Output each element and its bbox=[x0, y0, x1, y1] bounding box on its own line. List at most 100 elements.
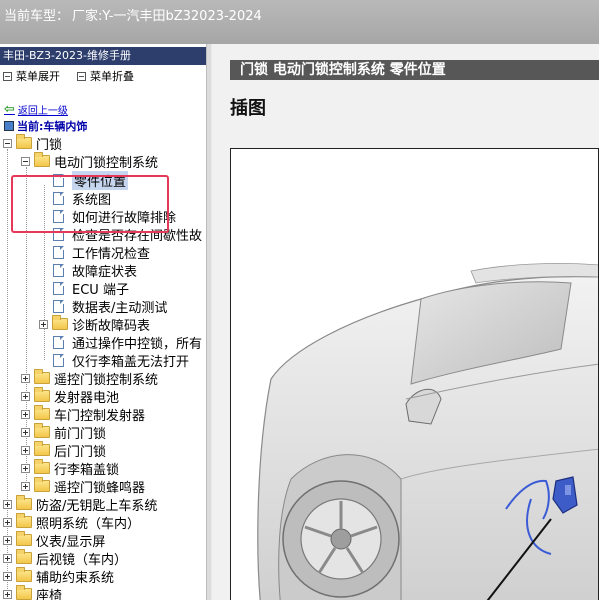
tree-node-label: 门锁 bbox=[36, 137, 63, 153]
folder-icon bbox=[34, 441, 50, 456]
expand-toggle-icon[interactable] bbox=[3, 517, 12, 527]
tree-node-label: 前门门锁 bbox=[54, 426, 107, 442]
document-icon bbox=[53, 299, 64, 313]
expand-icon bbox=[3, 71, 12, 81]
folder-icon bbox=[34, 459, 50, 474]
tree-item-label: 工作情况检查 bbox=[72, 246, 151, 262]
folder-icon bbox=[34, 405, 50, 420]
expand-toggle-icon[interactable] bbox=[3, 589, 12, 599]
tree-node-label: 仪表/显示屏 bbox=[36, 534, 106, 550]
expand-toggle-icon[interactable] bbox=[3, 499, 12, 509]
folder-icon bbox=[16, 585, 32, 600]
highlight-annotation bbox=[11, 175, 169, 233]
expand-menu-label: 菜单展开 bbox=[16, 70, 60, 83]
tree-item[interactable]: ECU 端子 bbox=[40, 279, 129, 298]
vehicle-model-bar: 当前车型： 厂家:Y-一汽丰田bZ32023-2024 bbox=[0, 0, 599, 44]
tree-node-folder[interactable]: 照明系统（车内） bbox=[3, 513, 141, 532]
tree-item[interactable]: 工作情况检查 bbox=[40, 243, 151, 262]
tree-node-door-lock[interactable]: 门锁 bbox=[3, 134, 63, 153]
tree-item[interactable]: 通过操作中控锁，所有 bbox=[40, 333, 202, 352]
expand-toggle-icon[interactable] bbox=[21, 427, 30, 437]
expand-toggle-icon[interactable] bbox=[21, 373, 30, 383]
document-icon bbox=[53, 281, 64, 295]
tree-node-dtc-table[interactable]: 诊断故障码表 bbox=[39, 315, 151, 334]
folder-icon bbox=[16, 549, 32, 564]
tree-node-folder[interactable]: 防盗/无钥匙上车系统 bbox=[3, 495, 158, 514]
expand-toggle-icon[interactable] bbox=[3, 535, 12, 545]
expand-toggle-icon[interactable] bbox=[21, 409, 30, 419]
vehicle-model-value: 厂家:Y-一汽丰田bZ32023-2024 bbox=[72, 9, 262, 24]
expand-toggle-icon[interactable] bbox=[21, 445, 30, 455]
tree-item-label: 仅行李箱盖无法打开 bbox=[72, 354, 190, 370]
tree-item[interactable]: 数据表/主动测试 bbox=[40, 297, 168, 316]
collapse-toggle-icon[interactable] bbox=[3, 138, 12, 148]
document-icon bbox=[53, 353, 64, 367]
tree-node-folder[interactable]: 辅助约束系统 bbox=[3, 567, 115, 586]
expand-toggle-icon[interactable] bbox=[21, 391, 30, 401]
tree-node-power-door-lock[interactable]: 电动门锁控制系统 bbox=[21, 152, 159, 171]
tree-item[interactable]: 故障症状表 bbox=[40, 261, 138, 280]
tree-node-label: 辅助约束系统 bbox=[36, 570, 115, 586]
collapse-menu-label: 菜单折叠 bbox=[90, 70, 134, 83]
tree-node-label: 遥控门锁控制系统 bbox=[54, 372, 159, 388]
vehicle-model-label: 当前车型： bbox=[4, 9, 70, 24]
tree-node-folder[interactable]: 遥控门锁控制系统 bbox=[21, 369, 159, 388]
tree-node-label: 遥控门锁蜂鸣器 bbox=[54, 480, 146, 496]
tree-node-folder[interactable]: 车门控制发射器 bbox=[21, 405, 146, 424]
folder-open-icon bbox=[16, 134, 32, 149]
sidebar: 丰田-BZ3-2023-维修手册 菜单展开 菜单折叠 ⇦ 返回上一级 当前:车辆… bbox=[0, 44, 206, 600]
expand-menu-button[interactable]: 菜单展开 bbox=[3, 68, 60, 84]
back-arrow-icon: ⇦ bbox=[4, 102, 15, 117]
expand-toggle-icon[interactable] bbox=[21, 481, 30, 491]
folder-icon bbox=[16, 567, 32, 582]
document-icon bbox=[53, 263, 64, 277]
tree-item-label: ECU 端子 bbox=[72, 282, 129, 298]
collapse-toggle-icon[interactable] bbox=[21, 156, 30, 166]
tree-node-label: 车门控制发射器 bbox=[54, 408, 146, 424]
collapse-menu-button[interactable]: 菜单折叠 bbox=[77, 68, 134, 84]
tree-node-label: 行李箱盖锁 bbox=[54, 462, 120, 478]
expand-toggle-icon[interactable] bbox=[3, 571, 12, 581]
folder-icon bbox=[34, 423, 50, 438]
document-icon bbox=[53, 245, 64, 259]
tree-node-label: 后门门锁 bbox=[54, 444, 107, 460]
current-location: 当前:车辆内饰 bbox=[4, 118, 87, 134]
document-icon bbox=[53, 335, 64, 349]
computer-icon bbox=[4, 121, 14, 131]
manual-title: 丰田-BZ3-2023-维修手册 bbox=[0, 47, 206, 65]
tree-node-folder[interactable]: 行李箱盖锁 bbox=[21, 459, 120, 478]
tree-item[interactable]: 仅行李箱盖无法打开 bbox=[40, 351, 190, 370]
tree-node-folder[interactable]: 遥控门锁蜂鸣器 bbox=[21, 477, 146, 496]
folder-icon bbox=[16, 531, 32, 546]
expand-toggle-icon[interactable] bbox=[39, 319, 48, 329]
current-location-label: 当前:车辆内饰 bbox=[17, 120, 88, 133]
tree-node-folder[interactable]: 后视镜（车内） bbox=[3, 549, 128, 568]
tree-item-label: 数据表/主动测试 bbox=[72, 300, 168, 316]
tree-node-folder[interactable]: 仪表/显示屏 bbox=[3, 531, 106, 550]
content-pane: 门锁 电动门锁控制系统 零件位置 插图 bbox=[212, 44, 599, 600]
back-link-label: 返回上一级 bbox=[17, 106, 68, 117]
folder-open-icon bbox=[34, 152, 50, 167]
tree-item-label: 故障症状表 bbox=[72, 264, 138, 280]
folder-icon bbox=[34, 369, 50, 384]
tree-node-folder[interactable]: 座椅 bbox=[3, 585, 62, 600]
back-link[interactable]: ⇦ 返回上一级 bbox=[4, 102, 68, 117]
tree-node-label: 电动门锁控制系统 bbox=[54, 155, 159, 171]
collapse-icon bbox=[77, 71, 86, 81]
section-heading: 插图 bbox=[230, 98, 266, 119]
tree-node-folder[interactable]: 前门门锁 bbox=[21, 423, 107, 442]
tree-node-label: 诊断故障码表 bbox=[72, 318, 151, 334]
tree-node-label: 后视镜（车内） bbox=[36, 552, 128, 568]
expand-toggle-icon[interactable] bbox=[3, 553, 12, 563]
illustration-figure bbox=[230, 148, 599, 600]
tree-node-label: 照明系统（车内） bbox=[36, 516, 141, 532]
tree-node-folder[interactable]: 发射器电池 bbox=[21, 387, 119, 406]
document-title: 门锁 电动门锁控制系统 零件位置 bbox=[230, 60, 599, 80]
tree-node-folder[interactable]: 后门门锁 bbox=[21, 441, 107, 460]
folder-icon bbox=[52, 315, 68, 330]
expand-toggle-icon[interactable] bbox=[21, 463, 30, 473]
folder-icon bbox=[34, 477, 50, 492]
folder-icon bbox=[34, 387, 50, 402]
car-door-illustration bbox=[257, 263, 598, 600]
tree-node-label: 防盗/无钥匙上车系统 bbox=[36, 498, 158, 514]
